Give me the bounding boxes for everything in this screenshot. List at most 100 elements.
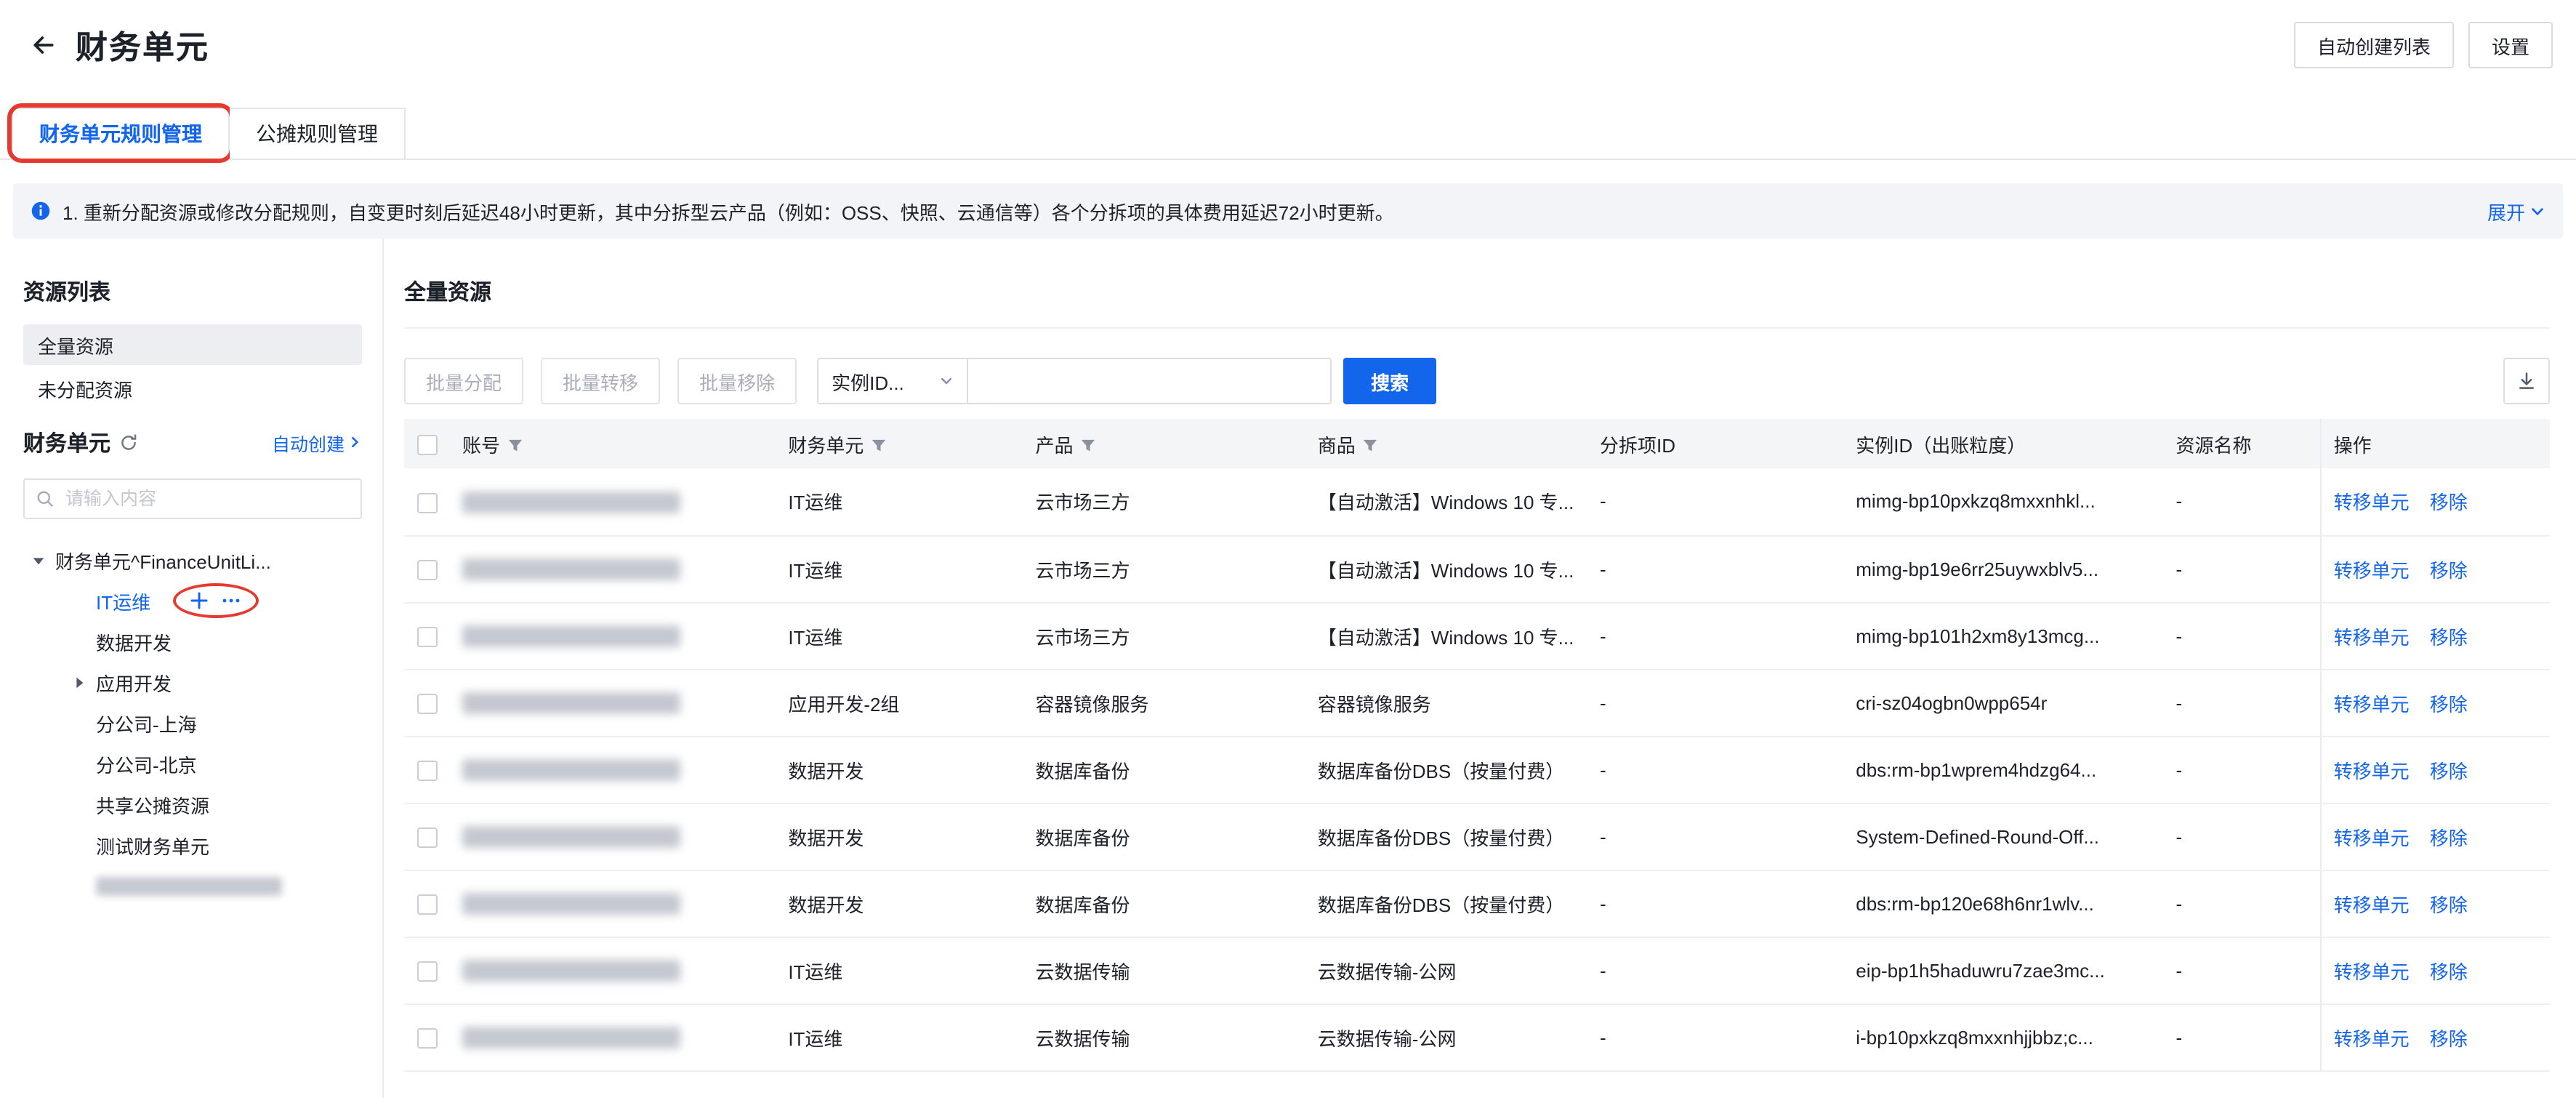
commodity-cell: 数据库备份DBS（按量付费） (1306, 870, 1588, 937)
remove-link[interactable]: 移除 (2430, 894, 2468, 915)
tree-node-test-unit[interactable]: 测试财务单元 (23, 825, 362, 865)
split-id-cell: - (1588, 602, 1844, 669)
transfer-unit-link[interactable]: 转移单元 (2334, 827, 2410, 849)
row-checkbox[interactable] (417, 894, 438, 915)
topbar-actions: 自动创建列表 设置 (2294, 22, 2553, 68)
batch-transfer-button[interactable]: 批量转移 (541, 358, 660, 404)
tab-bar: 财务单元规则管理 公摊规则管理 (0, 108, 2576, 160)
caret-down-icon[interactable] (32, 553, 55, 566)
column-instance-id: 实例ID（出账粒度） (1844, 419, 2164, 468)
tree-node-shared-resources[interactable]: 共享公摊资源 (23, 784, 362, 825)
blurred-account (462, 492, 680, 513)
split-id-cell: - (1588, 736, 1844, 803)
refresh-icon[interactable] (119, 433, 138, 452)
sidebar-item-all-resources[interactable]: 全量资源 (23, 324, 362, 365)
transfer-unit-link[interactable]: 转移单元 (2334, 626, 2410, 648)
instance-id-cell: cri-sz04ogbn0wpp654r (1844, 669, 2164, 736)
commodity-cell: 数据库备份DBS（按量付费） (1306, 736, 1588, 803)
top-bar: 财务单元 自动创建列表 设置 (0, 0, 2576, 90)
caret-right-icon[interactable] (73, 676, 96, 689)
account-cell (451, 468, 776, 535)
batch-remove-button[interactable]: 批量移除 (677, 358, 797, 404)
filter-funnel-icon[interactable] (507, 436, 523, 457)
split-id-cell: - (1588, 1003, 1844, 1070)
auto-create-label: 自动创建 (272, 428, 345, 456)
more-icon[interactable] (220, 592, 241, 609)
back-button[interactable] (23, 25, 64, 65)
row-checkbox[interactable] (417, 1028, 438, 1049)
row-checkbox-cell (404, 468, 451, 535)
tree-node-app-dev[interactable]: 应用开发 (23, 662, 362, 702)
transfer-unit-link[interactable]: 转移单元 (2334, 693, 2410, 715)
tree-node-label: 共享公摊资源 (96, 790, 209, 818)
search-button[interactable]: 搜索 (1343, 358, 1436, 404)
chevron-right-icon (347, 435, 362, 449)
transfer-unit-link[interactable]: 转移单元 (2334, 760, 2410, 782)
transfer-unit-link[interactable]: 转移单元 (2334, 961, 2410, 982)
transfer-unit-link[interactable]: 转移单元 (2334, 559, 2410, 581)
row-checkbox[interactable] (417, 560, 438, 580)
tree-node-data-dev[interactable]: 数据开发 (23, 621, 362, 662)
sidebar-search-input[interactable] (63, 487, 349, 510)
account-cell (451, 669, 776, 736)
table-row: 应用开发-2组 容器镜像服务 容器镜像服务 - cri-sz04ogbn0wpp… (404, 669, 2550, 736)
split-id-cell: - (1588, 468, 1844, 535)
product-cell: 云市场三方 (1024, 535, 1306, 602)
remove-link[interactable]: 移除 (2430, 961, 2468, 982)
product-cell: 云数据传输 (1024, 937, 1306, 1003)
transfer-unit-link[interactable]: 转移单元 (2334, 1027, 2410, 1049)
remove-link[interactable]: 移除 (2430, 492, 2468, 514)
instance-id-cell: mimg-bp101h2xm8y13mcg... (1844, 602, 2164, 669)
expand-link[interactable]: 展开 (2487, 197, 2545, 225)
resource-name-cell: - (2165, 468, 2322, 535)
transfer-unit-link[interactable]: 转移单元 (2334, 492, 2410, 514)
row-checkbox[interactable] (417, 761, 438, 781)
row-checkbox-cell (404, 736, 451, 803)
remove-link[interactable]: 移除 (2430, 693, 2468, 715)
resource-name-cell: - (2165, 669, 2322, 736)
tab-shared-rules[interactable]: 公摊规则管理 (230, 108, 406, 160)
auto-create-link[interactable]: 自动创建 (272, 428, 362, 456)
actions-cell: 转移单元移除 (2322, 937, 2550, 1003)
actions-cell: 转移单元移除 (2322, 803, 2550, 870)
row-checkbox[interactable] (417, 492, 438, 513)
tree-node-branch-shanghai[interactable]: 分公司-上海 (23, 702, 362, 743)
filter-field-select[interactable]: 实例ID... (817, 358, 968, 404)
row-checkbox[interactable] (417, 827, 438, 848)
filter-value-input[interactable] (968, 358, 1332, 404)
select-all-checkbox[interactable] (417, 435, 438, 455)
add-icon[interactable] (190, 592, 207, 609)
remove-link[interactable]: 移除 (2430, 626, 2468, 648)
filter-funnel-icon[interactable] (871, 436, 887, 457)
commodity-cell: 云数据传输-公网 (1306, 937, 1588, 1003)
tree-node-it-ops[interactable]: IT运维 (23, 580, 362, 621)
product-cell: 数据库备份 (1024, 736, 1306, 803)
remove-link[interactable]: 移除 (2430, 760, 2468, 782)
actions-cell: 转移单元移除 (2322, 468, 2550, 535)
row-checkbox[interactable] (417, 961, 438, 982)
settings-button[interactable]: 设置 (2468, 22, 2553, 68)
row-checkbox[interactable] (417, 694, 438, 714)
remove-link[interactable]: 移除 (2430, 1027, 2468, 1049)
column-resource-name: 资源名称 (2165, 419, 2322, 468)
blurred-account (462, 558, 680, 580)
filter-funnel-icon[interactable] (1363, 436, 1379, 457)
transfer-unit-link[interactable]: 转移单元 (2334, 894, 2410, 915)
batch-assign-button[interactable]: 批量分配 (404, 358, 523, 404)
tree-node-root[interactable]: 财务单元^FinanceUnitLi... (23, 540, 362, 580)
sidebar-item-unassigned-resources[interactable]: 未分配资源 (23, 368, 362, 409)
main-title: 全量资源 (404, 239, 2550, 329)
instance-id-cell: mimg-bp10pxkzq8mxxnhkl... (1844, 468, 2164, 535)
tab-finance-unit-rules[interactable]: 财务单元规则管理 (12, 108, 230, 160)
column-account: 账号 (451, 419, 776, 468)
download-button[interactable] (2503, 358, 2550, 404)
row-checkbox[interactable] (417, 627, 438, 647)
remove-link[interactable]: 移除 (2430, 827, 2468, 849)
column-label: 产品 (1036, 434, 1074, 456)
instance-id-cell: dbs:rm-bp120e68h6nr1wlv... (1844, 870, 2164, 937)
filter-funnel-icon[interactable] (1081, 436, 1097, 457)
tree-node-branch-beijing[interactable]: 分公司-北京 (23, 743, 362, 784)
auto-create-list-button[interactable]: 自动创建列表 (2294, 22, 2454, 68)
tab-label: 财务单元规则管理 (39, 119, 202, 148)
remove-link[interactable]: 移除 (2430, 559, 2468, 581)
